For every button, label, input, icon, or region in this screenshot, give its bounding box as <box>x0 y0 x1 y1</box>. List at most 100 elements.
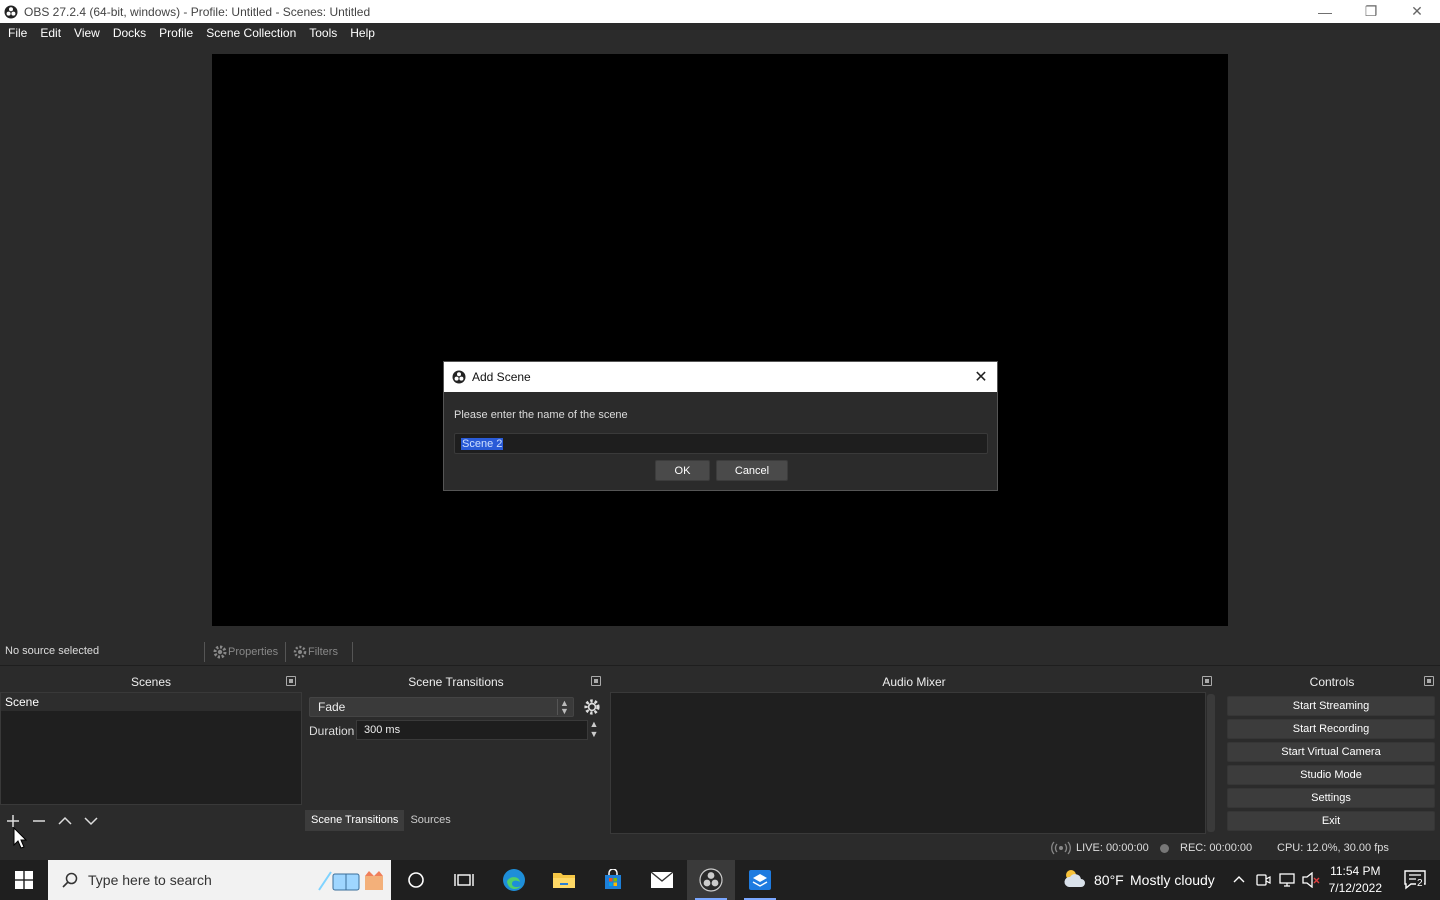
window-titlebar: OBS 27.2.4 (64-bit, windows) - Profile: … <box>0 0 1440 23</box>
updown-arrows-icon: ▲ ▼ <box>557 699 571 716</box>
edge-icon <box>503 869 525 891</box>
snip-icon <box>749 870 771 890</box>
menu-scene-collection[interactable]: Scene Collection <box>200 23 302 44</box>
close-window-button[interactable]: ✕ <box>1394 0 1440 23</box>
cortana-button[interactable] <box>392 860 440 900</box>
duration-label: Duration <box>309 724 355 738</box>
duration-input[interactable]: 300 ms <box>356 720 588 740</box>
filter-icon <box>293 645 307 659</box>
gear-icon <box>213 645 227 659</box>
task-view-button[interactable] <box>440 860 488 900</box>
obs-taskbar-button[interactable] <box>687 860 735 900</box>
restore-button[interactable]: ❐ <box>1348 0 1394 23</box>
tab-sources[interactable]: Sources <box>404 810 456 831</box>
filters-button[interactable]: Filters <box>292 641 338 663</box>
live-status: LIVE: 00:00:00 <box>1076 842 1149 854</box>
mouse-cursor-icon <box>13 827 27 849</box>
edge-browser-button[interactable] <box>490 860 538 900</box>
menu-tools[interactable]: Tools <box>303 23 343 44</box>
dialog-close-button[interactable]: ✕ <box>971 367 991 387</box>
menu-file[interactable]: File <box>2 23 33 44</box>
obs-logo-icon <box>699 868 723 892</box>
start-streaming-button[interactable]: Start Streaming <box>1227 696 1435 716</box>
transition-settings-button[interactable] <box>581 696 603 718</box>
taskbar-search-box[interactable]: Type here to search <box>48 860 391 900</box>
studio-mode-button[interactable]: Studio Mode <box>1227 765 1435 785</box>
scene-name-input[interactable]: Scene 2 <box>454 433 988 454</box>
ok-button[interactable]: OK <box>655 460 710 481</box>
preview-canvas[interactable] <box>212 54 1228 626</box>
menu-docks[interactable]: Docks <box>107 23 152 44</box>
chevron-up-icon <box>58 816 72 825</box>
obs-logo-icon <box>4 5 18 18</box>
properties-button[interactable]: Properties <box>212 641 278 663</box>
float-dock-icon[interactable] <box>1424 676 1434 686</box>
scene-item[interactable]: Scene <box>1 693 301 711</box>
chevron-down-icon[interactable]: ▼ <box>590 729 599 739</box>
mixer-scrollbar[interactable] <box>1207 694 1215 832</box>
start-recording-button[interactable]: Start Recording <box>1227 719 1435 739</box>
notification-count: 2 <box>1416 878 1424 889</box>
speaker-muted-icon[interactable] <box>1302 872 1320 888</box>
scenes-list[interactable]: Scene <box>0 692 302 805</box>
dialog-prompt: Please enter the name of the scene <box>454 409 628 421</box>
scenes-dock: Scenes Scene <box>0 672 302 834</box>
mail-button[interactable] <box>638 860 686 900</box>
file-explorer-button[interactable] <box>540 860 588 900</box>
weather-desc[interactable]: Mostly cloudy <box>1130 872 1215 888</box>
weather-temp[interactable]: 80°F <box>1094 872 1124 888</box>
float-dock-icon[interactable] <box>591 676 601 686</box>
menu-view[interactable]: View <box>68 23 106 44</box>
dialog-title: Add Scene <box>472 370 531 384</box>
search-placeholder: Type here to search <box>88 872 212 888</box>
folder-icon <box>553 873 575 888</box>
transition-select[interactable]: Fade ▲ ▼ <box>309 697 574 717</box>
start-virtual-camera-button[interactable]: Start Virtual Camera <box>1227 742 1435 762</box>
rec-status: REC: 00:00:00 <box>1180 842 1253 854</box>
selected-text: Scene 2 <box>461 438 504 450</box>
chevron-up-icon[interactable] <box>1232 873 1246 885</box>
menu-edit[interactable]: Edit <box>34 23 67 44</box>
exit-button[interactable]: Exit <box>1227 811 1435 831</box>
controls-title: Controls <box>1309 675 1355 689</box>
gear-icon <box>584 699 600 715</box>
audio-mixer-body <box>610 692 1206 834</box>
plus-icon <box>7 815 19 827</box>
obs-logo-icon <box>452 370 466 384</box>
float-dock-icon[interactable] <box>286 676 296 686</box>
transition-selected: Fade <box>318 700 346 714</box>
audio-mixer-title: Audio Mixer <box>882 675 946 689</box>
windows-taskbar: Type here to search 80°F Mostly cloudy 1… <box>0 860 1440 900</box>
broadcast-icon <box>1051 841 1071 855</box>
snip-tool-button[interactable] <box>736 860 784 900</box>
move-scene-down-button[interactable] <box>78 810 104 832</box>
dock-tab-strip: Scene Transitions Sources <box>305 810 607 832</box>
mail-icon <box>650 871 674 888</box>
minimize-button[interactable]: — <box>1302 0 1348 23</box>
start-button[interactable] <box>0 860 48 900</box>
record-dot-icon <box>1160 844 1169 853</box>
tab-scene-transitions[interactable]: Scene Transitions <box>305 810 405 831</box>
move-scene-up-button[interactable] <box>52 810 78 832</box>
minus-icon <box>33 820 45 822</box>
search-highlight-icon <box>318 871 383 891</box>
remove-scene-button[interactable] <box>26 810 52 832</box>
clock-time: 11:54 PM <box>1330 864 1381 878</box>
settings-button[interactable]: Settings <box>1227 788 1435 808</box>
menu-bar: File Edit View Docks Profile Scene Colle… <box>0 23 1440 44</box>
meet-now-icon[interactable] <box>1255 872 1271 888</box>
duration-stepper[interactable]: ▲ ▼ <box>587 719 601 741</box>
chevron-down-icon <box>84 817 98 826</box>
menu-help[interactable]: Help <box>344 23 381 44</box>
taskbar-clock[interactable]: 11:54 PM 7/12/2022 <box>1329 863 1382 897</box>
toolbar-separator <box>204 642 205 662</box>
network-icon[interactable] <box>1279 872 1295 888</box>
chevron-up-icon[interactable]: ▲ <box>590 719 599 729</box>
float-dock-icon[interactable] <box>1202 676 1212 686</box>
window-title: OBS 27.2.4 (64-bit, windows) - Profile: … <box>24 4 371 19</box>
notification-center-button[interactable]: 2 <box>1404 870 1426 893</box>
microsoft-store-button[interactable] <box>589 860 637 900</box>
menu-profile[interactable]: Profile <box>153 23 199 44</box>
cancel-button[interactable]: Cancel <box>716 460 788 481</box>
search-icon <box>62 872 78 888</box>
